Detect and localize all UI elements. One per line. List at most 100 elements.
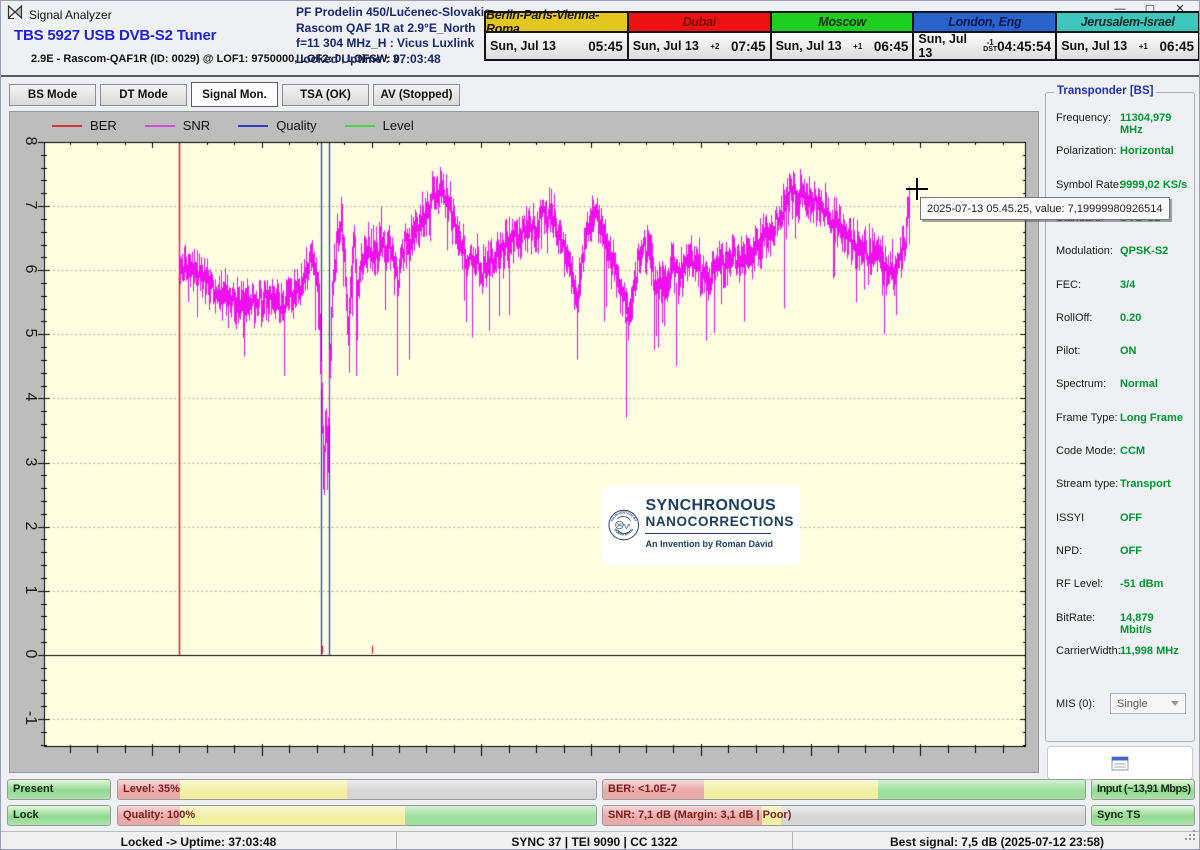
transponder-value: -51 dBm <box>1120 578 1163 590</box>
app-icon <box>7 4 23 25</box>
transponder-value: 14,879 Mbit/s <box>1120 612 1188 636</box>
transponder-value: Long Frame <box>1120 412 1183 424</box>
transponder-value: 9999,02 KS/s <box>1120 179 1187 191</box>
tab-signal-mon[interactable]: Signal Mon. <box>191 82 278 107</box>
clock-date: Sun, Jul 13 <box>918 32 983 60</box>
header-separator <box>1 75 1200 77</box>
clock-city: Moscow <box>772 13 913 33</box>
transponder-row: Stream type:Transport <box>1056 478 1188 492</box>
transponder-row: Polarization:Horizontal <box>1056 145 1188 159</box>
snr-swatch <box>145 125 175 127</box>
transponder-row: BitRate:14,879 Mbit/s <box>1056 612 1188 626</box>
snr-plot[interactable] <box>28 138 1028 766</box>
transponder-label: NPD: <box>1056 545 1082 559</box>
transponder-row: Spectrum: Normal <box>1056 378 1188 392</box>
transponder-row: FEC: 3/4 <box>1056 279 1188 293</box>
transponder-value: 0.20 <box>1120 312 1141 324</box>
ber-swatch <box>52 125 82 127</box>
transponder-label: Pilot: <box>1056 345 1080 359</box>
transponder-label: CarrierWidth: <box>1056 645 1121 659</box>
chevron-down-icon <box>1171 701 1179 706</box>
chart-legend: BER SNR Quality Level <box>52 118 414 133</box>
window-icon <box>1111 756 1129 771</box>
level-meter: Level: 35% <box>117 779 597 800</box>
present-indicator: Present <box>7 779 111 800</box>
logo-divider <box>645 533 771 534</box>
tab-bs-mode[interactable]: BS Mode <box>9 84 96 106</box>
clock-time: 07:45 <box>731 39 766 54</box>
clock-time: 06:45 <box>1159 39 1194 54</box>
signal-chart-panel: BER SNR Quality Level 876543210-1 AN INV… <box>9 111 1039 773</box>
clock-city: Berlin-Paris-Vienna-Roma <box>486 13 627 33</box>
clock-date: Sun, Jul 13 <box>633 39 699 53</box>
transponder-value: Horizontal <box>1120 145 1174 157</box>
mis-row: MIS (0): Single <box>1056 693 1186 714</box>
legend-label-level: Level <box>383 118 414 133</box>
clock-london: London, Eng Sun, Jul 13 -1DST 04:45:54 <box>912 11 1057 61</box>
transponder-label: Stream type: <box>1056 478 1118 492</box>
logo-badge-icon: AN INVENTION BY ROMAN DÁVID <box>608 492 639 558</box>
tab-dt-mode[interactable]: DT Mode <box>100 84 187 106</box>
transponder-row: Code Mode:CCM <box>1056 445 1188 459</box>
clock-time: 05:45 <box>588 39 623 54</box>
transponder-label: Spectrum: <box>1056 378 1106 392</box>
transponder-row: Pilot: ON <box>1056 345 1188 359</box>
transponder-label: FEC: <box>1056 279 1081 293</box>
sync-ts-indicator: Sync TS <box>1091 805 1195 826</box>
mis-dropdown[interactable]: Single <box>1110 693 1186 714</box>
transponder-value: OFF <box>1120 512 1142 524</box>
watermark-logo: AN INVENTION BY ROMAN DÁVID SYNCHRONOUS … <box>602 485 800 565</box>
transponder-label: ISSYI <box>1056 512 1084 526</box>
clock-dubai: Dubai Sun, Jul 13 +2 07:45 <box>627 11 772 61</box>
site-info: PF Prodelin 450/Lučenec-SlovakiaRascom Q… <box>296 5 491 67</box>
resize-grip[interactable] <box>1184 828 1196 846</box>
transponder-value: CCM <box>1120 445 1145 457</box>
tab-av[interactable]: AV (Stopped) <box>373 84 460 106</box>
transponder-value: OFF <box>1120 545 1142 557</box>
open-dialog-button[interactable] <box>1047 746 1193 780</box>
quality-swatch <box>238 125 268 127</box>
transponder-value: ON <box>1120 345 1137 357</box>
transponder-row: Symbol Rate:9999,02 KS/s <box>1056 179 1188 193</box>
status-sync-counters: SYNC 37 | TEI 9090 | CC 1322 <box>396 832 792 850</box>
snr-meter: SNR: 7,1 dB (Margin: 3,1 dB | Poor) <box>602 805 1086 826</box>
clock-date: Sun, Jul 13 <box>1061 39 1127 53</box>
transponder-row: NPD: OFF <box>1056 545 1188 559</box>
transponder-label: Symbol Rate: <box>1056 179 1122 193</box>
transponder-label: Frequency: <box>1056 112 1111 126</box>
transponder-groupbox: Transponder [BS] Frequency:11304,979 MHz… <box>1045 92 1195 742</box>
ber-meter: BER: <1.0E-7 <box>602 779 1086 800</box>
transponder-value: Normal <box>1120 378 1158 390</box>
logo-line2: NANOCORRECTIONS <box>645 514 794 530</box>
transponder-value: 11,998 MHz <box>1120 645 1179 657</box>
transponder-label: Modulation: <box>1056 245 1113 259</box>
transponder-label: RollOff: <box>1056 312 1092 326</box>
clock-time: 04:45:54 <box>997 39 1051 54</box>
transponder-label: Polarization: <box>1056 145 1117 159</box>
tuner-title: TBS 5927 USB DVB-S2 Tuner <box>14 27 216 44</box>
tab-tsa[interactable]: TSA (OK) <box>282 84 369 106</box>
signal-analyzer-window: Signal Analyzer — ▢ ✕ TBS 5927 USB DVB-S… <box>0 0 1200 850</box>
transponder-label: Frame Type: <box>1056 412 1118 426</box>
legend-label-snr: SNR <box>183 118 210 133</box>
transponder-label: BitRate: <box>1056 612 1095 626</box>
legend-label-ber: BER <box>90 118 117 133</box>
clock-city: Jerusalem-Israel <box>1057 13 1198 33</box>
logo-line1: SYNCHRONOUS <box>645 498 776 514</box>
transponder-value: 3/4 <box>1120 279 1135 291</box>
clock-date: Sun, Jul 13 <box>490 39 556 53</box>
clock-city: London, Eng <box>914 13 1055 33</box>
status-best-signal: Best signal: 7,5 dB (2025-07-12 23:58) <box>792 832 1200 850</box>
transponder-row: Frequency:11304,979 MHz <box>1056 112 1188 126</box>
transponder-row: Modulation:QPSK-S2 <box>1056 245 1188 259</box>
transponder-label: RF Level: <box>1056 578 1103 592</box>
level-swatch <box>345 125 375 127</box>
lock-indicator: Lock <box>7 805 111 826</box>
crosshair-cursor <box>906 188 928 190</box>
clock-time: 06:45 <box>874 39 909 54</box>
transponder-value: Transport <box>1120 478 1171 490</box>
legend-label-quality: Quality <box>276 118 316 133</box>
clock-moscow: Moscow Sun, Jul 13 +1 06:45 <box>770 11 915 61</box>
transponder-panel: Transponder [BS] Frequency:11304,979 MHz… <box>1043 86 1197 778</box>
transponder-title: Transponder [BS] <box>1054 85 1156 97</box>
